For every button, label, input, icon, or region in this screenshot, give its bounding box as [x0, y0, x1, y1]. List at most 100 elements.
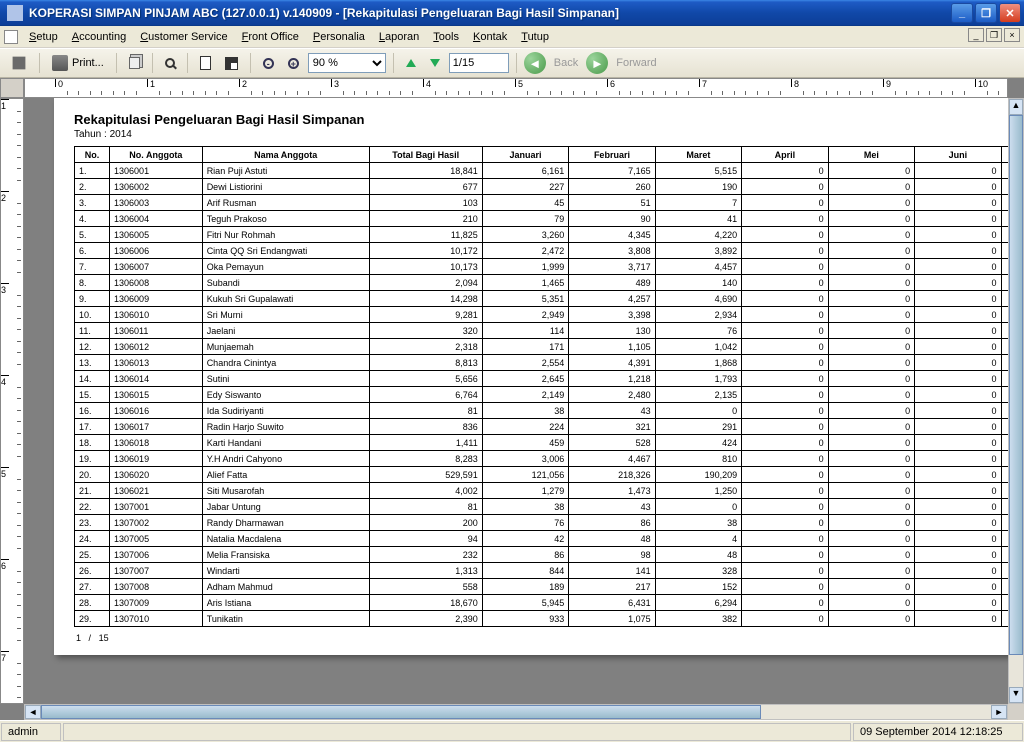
table-cell: 0 — [742, 435, 828, 451]
horizontal-scrollbar[interactable]: ◄ ► — [24, 704, 1008, 720]
close-button[interactable]: ✕ — [999, 3, 1021, 23]
app-icon — [7, 5, 23, 21]
menu-personalia[interactable]: Personalia — [306, 29, 372, 45]
table-cell: 291 — [655, 419, 741, 435]
back-button[interactable]: ◄ — [524, 52, 546, 74]
menu-customer-service[interactable]: Customer Service — [133, 29, 234, 45]
menu-tutup[interactable]: Tutup — [514, 29, 556, 45]
menu-tools[interactable]: Tools — [426, 29, 466, 45]
print-button[interactable]: Print... — [47, 52, 109, 74]
table-cell: 0 — [828, 355, 914, 371]
table-cell: 12. — [75, 339, 110, 355]
scroll-right-button[interactable]: ► — [991, 705, 1007, 719]
vscroll-thumb[interactable] — [1009, 115, 1023, 655]
table-cell: 0 — [828, 291, 914, 307]
table-cell: Fitri Nur Rohmah — [202, 227, 369, 243]
scroll-corner — [1008, 704, 1024, 720]
table-cell: 29. — [75, 611, 110, 627]
table-cell: 28. — [75, 595, 110, 611]
copy-button[interactable] — [124, 52, 145, 74]
table-cell: 260 — [569, 179, 655, 195]
table-cell: 558 — [369, 579, 482, 595]
table-cell: 0 — [1001, 563, 1008, 579]
hscroll-thumb[interactable] — [41, 705, 761, 719]
table-cell: 0 — [742, 611, 828, 627]
table-cell: 0 — [1001, 355, 1008, 371]
table-cell: Rian Puji Astuti — [202, 163, 369, 179]
table-cell: 2,949 — [482, 307, 568, 323]
table-cell: 1,793 — [655, 371, 741, 387]
table-cell: 1,411 — [369, 435, 482, 451]
grid-icon — [225, 57, 238, 70]
table-row: 27.1307008Adham Mahmud558189217152000000… — [75, 579, 1009, 595]
scroll-up-button[interactable]: ▲ — [1009, 99, 1023, 115]
scroll-left-button[interactable]: ◄ — [25, 705, 41, 719]
menu-front-office[interactable]: Front Office — [235, 29, 306, 45]
table-cell: 232 — [369, 547, 482, 563]
thumbnails-button[interactable] — [6, 52, 32, 74]
table-cell: 20. — [75, 467, 110, 483]
table-cell: 45 — [482, 195, 568, 211]
zoom-select[interactable]: 90 % — [308, 53, 386, 73]
table-cell: 90 — [569, 211, 655, 227]
table-cell: 0 — [742, 595, 828, 611]
table-cell: 677 — [369, 179, 482, 195]
menu-laporan[interactable]: Laporan — [372, 29, 426, 45]
table-cell: Alief Fatta — [202, 467, 369, 483]
table-cell: 1,218 — [569, 371, 655, 387]
table-cell: 1,042 — [655, 339, 741, 355]
menu-accounting[interactable]: Accounting — [65, 29, 133, 45]
table-cell: 1306005 — [110, 227, 203, 243]
table-cell: 0 — [828, 595, 914, 611]
table-cell: 2,318 — [369, 339, 482, 355]
report-page: Rekapitulasi Pengeluaran Bagi Hasil Simp… — [54, 98, 1008, 655]
mdi-close-button[interactable]: × — [1004, 28, 1020, 42]
minimize-button[interactable]: _ — [951, 3, 973, 23]
page-up-button[interactable] — [401, 52, 421, 74]
table-cell: 529,591 — [369, 467, 482, 483]
menu-kontak[interactable]: Kontak — [466, 29, 514, 45]
report-title: Rekapitulasi Pengeluaran Bagi Hasil Simp… — [74, 112, 1008, 127]
zoom-out-button[interactable] — [258, 52, 279, 74]
table-row: 26.1307007Windarti1,3138441413280000000 — [75, 563, 1009, 579]
table-cell: Tunikatin — [202, 611, 369, 627]
forward-button[interactable]: ► — [586, 52, 608, 74]
mdi-restore-button[interactable]: ❐ — [986, 28, 1002, 42]
table-cell: 0 — [742, 275, 828, 291]
page-footer-left: 1 / 15 — [76, 633, 109, 643]
mdi-minimize-button[interactable]: _ — [968, 28, 984, 42]
table-cell: 0 — [1001, 259, 1008, 275]
vertical-ruler: 123456789 — [0, 98, 24, 704]
table-cell: 320 — [369, 323, 482, 339]
table-row: 3.1306003Arif Rusman103455170000000 — [75, 195, 1009, 211]
vertical-scrollbar[interactable]: ▲ ▼ — [1008, 98, 1024, 704]
table-cell: 0 — [915, 371, 1001, 387]
single-page-button[interactable] — [195, 52, 216, 74]
table-cell: 810 — [655, 451, 741, 467]
table-cell: 1306015 — [110, 387, 203, 403]
table-cell: 1,105 — [569, 339, 655, 355]
table-cell: 0 — [1001, 291, 1008, 307]
report-viewport[interactable]: Rekapitulasi Pengeluaran Bagi Hasil Simp… — [24, 98, 1008, 704]
find-button[interactable] — [160, 52, 180, 74]
multi-page-button[interactable] — [220, 52, 243, 74]
scroll-down-button[interactable]: ▼ — [1009, 687, 1023, 703]
table-cell: 933 — [482, 611, 568, 627]
zoom-in-button[interactable] — [283, 52, 304, 74]
page-field[interactable] — [449, 53, 509, 73]
table-cell: 224 — [482, 419, 568, 435]
table-cell: 48 — [655, 547, 741, 563]
table-cell: 3,892 — [655, 243, 741, 259]
print-label: Print... — [72, 57, 104, 69]
toolbar: Print... 90 % ◄ Back ► Forward — [0, 48, 1024, 78]
table-row: 7.1306007Oka Pemayun10,1731,9993,7174,45… — [75, 259, 1009, 275]
menu-setup[interactable]: Setup — [22, 29, 65, 45]
page-down-button[interactable] — [425, 52, 445, 74]
maximize-button[interactable]: ❐ — [975, 3, 997, 23]
table-cell: 3,717 — [569, 259, 655, 275]
table-cell: 1,465 — [482, 275, 568, 291]
table-cell: 844 — [482, 563, 568, 579]
table-cell: 0 — [915, 547, 1001, 563]
table-cell: 0 — [742, 307, 828, 323]
table-cell: 14,298 — [369, 291, 482, 307]
